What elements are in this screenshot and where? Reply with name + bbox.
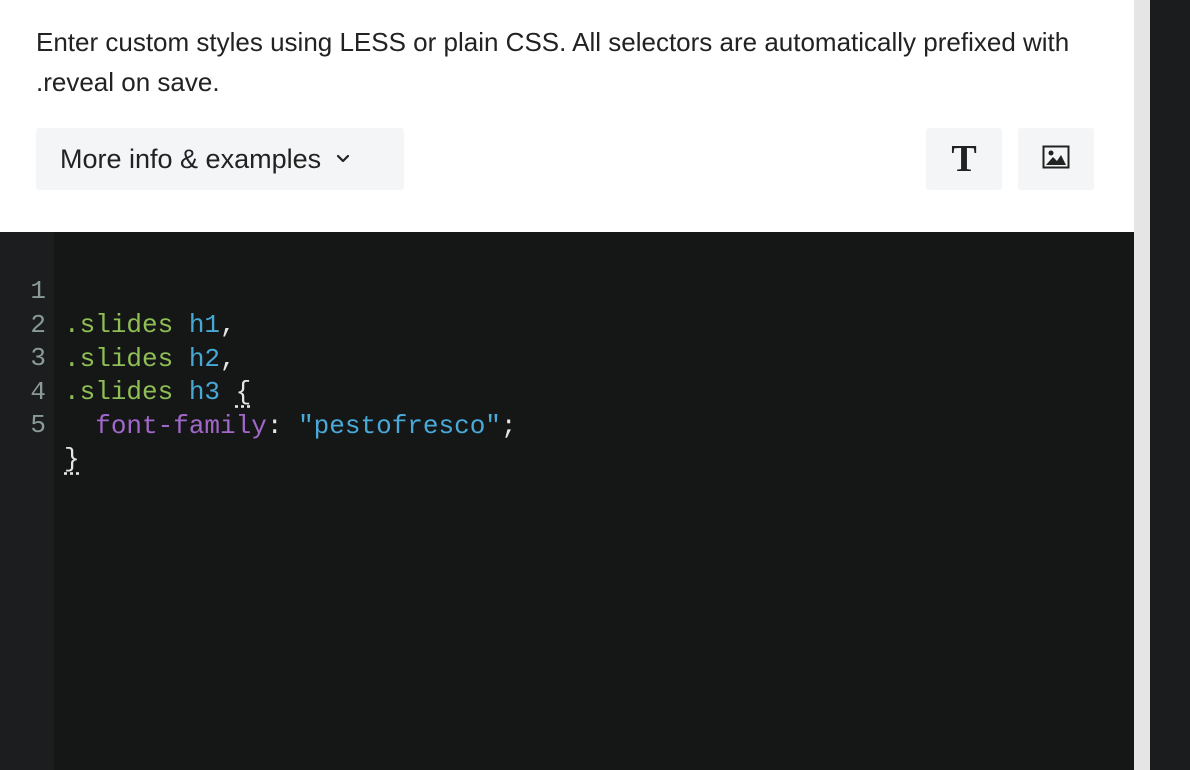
more-info-label: More info & examples bbox=[60, 143, 322, 174]
code-text: } bbox=[64, 442, 80, 476]
code-text: .slides h1, bbox=[64, 308, 236, 342]
scrollbar-track[interactable] bbox=[1134, 0, 1150, 770]
code-text: font-family: "pestofresco"; bbox=[64, 409, 517, 443]
css-semicolon: ; bbox=[500, 411, 517, 441]
css-punctuation: , bbox=[220, 344, 236, 374]
text-style-icon: T bbox=[951, 138, 977, 180]
code-text: .slides h2, bbox=[64, 342, 236, 376]
css-string-value: "pestofresco" bbox=[298, 411, 501, 441]
close-brace: } bbox=[64, 444, 80, 474]
css-tag: h3 bbox=[188, 377, 221, 407]
image-button[interactable] bbox=[1018, 128, 1094, 190]
css-selector: .slides bbox=[64, 377, 174, 407]
css-selector: .slides bbox=[64, 310, 174, 340]
css-colon: : bbox=[266, 411, 299, 441]
code-editor[interactable]: 1 .slides h1, 2 .slides h2, 3 .slides h3… bbox=[0, 232, 1134, 770]
text-style-button[interactable]: T bbox=[926, 128, 1002, 190]
code-line[interactable]: 1 .slides h1, bbox=[0, 240, 235, 340]
code-line[interactable]: 5 } bbox=[0, 374, 79, 474]
css-punctuation bbox=[220, 377, 236, 407]
chevron-down-icon bbox=[335, 151, 351, 167]
code-text: .slides h3 { bbox=[64, 375, 251, 409]
css-selector: .slides bbox=[64, 344, 174, 374]
css-tag: h2 bbox=[188, 344, 221, 374]
css-punctuation: , bbox=[220, 310, 236, 340]
code-line[interactable]: 2 .slides h2, bbox=[0, 274, 235, 374]
open-brace: { bbox=[235, 377, 252, 407]
line-number: 5 bbox=[30, 410, 46, 440]
code-line[interactable]: 3 .slides h3 { bbox=[0, 307, 251, 407]
code-line[interactable]: 4 font-family: "pestofresco"; bbox=[0, 341, 516, 441]
css-property: font-family bbox=[95, 411, 267, 441]
image-icon bbox=[1042, 145, 1070, 174]
more-info-button[interactable]: More info & examples bbox=[36, 128, 404, 190]
description-text: Enter custom styles using LESS or plain … bbox=[36, 27, 1070, 97]
css-tag: h1 bbox=[188, 310, 221, 340]
background-edge bbox=[1150, 0, 1190, 770]
